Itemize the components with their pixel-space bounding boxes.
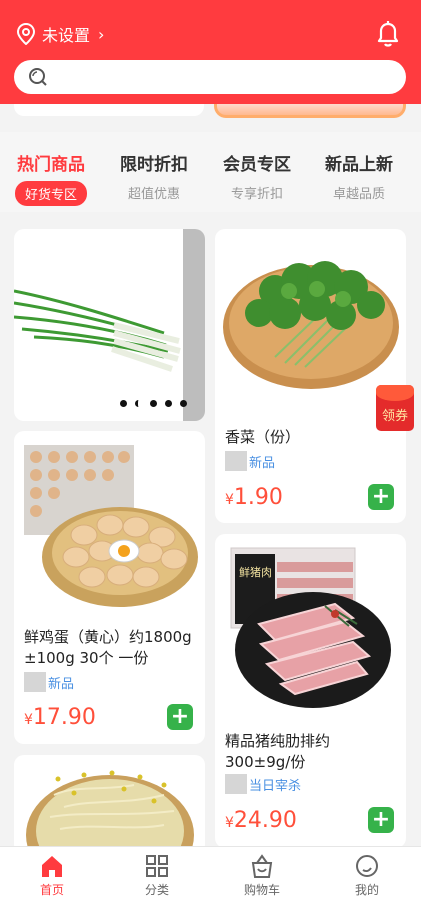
tab-subtitle: 好货专区 — [14, 181, 87, 206]
location-pin-icon — [16, 23, 36, 45]
grid-icon — [146, 855, 168, 877]
carousel-dots — [120, 400, 187, 407]
tab-title: 新品上新 — [325, 155, 393, 175]
carousel-dot[interactable] — [135, 400, 142, 407]
carousel-banner[interactable] — [14, 229, 205, 421]
currency-symbol: ¥ — [225, 815, 234, 831]
nav-profile[interactable]: 我的 — [327, 853, 407, 898]
eggs-image — [24, 445, 198, 607]
coupon-button[interactable]: 领券 — [376, 385, 414, 431]
carousel-dot[interactable] — [120, 400, 127, 407]
tag-icon — [225, 774, 247, 794]
add-to-cart-button[interactable]: + — [368, 484, 394, 510]
nav-label: 分类 — [144, 883, 169, 897]
header: 未设置 › — [0, 0, 421, 104]
tab-title: 热门商品 — [17, 155, 85, 175]
scallion-image — [14, 229, 205, 421]
banner-right[interactable] — [214, 104, 406, 118]
product-name: 香菜（份） — [225, 428, 301, 446]
category-tabs: 热门商品 好货专区 限时折扣 超值优惠 会员专区 专享折扣 新品上新 卓越品质 — [0, 132, 421, 212]
tag-icon — [225, 451, 247, 471]
nav-cart[interactable]: 购物车 — [222, 853, 302, 898]
carousel-dot[interactable] — [165, 400, 172, 407]
tab-title: 会员专区 — [223, 155, 291, 175]
price-value: 1.90 — [233, 485, 283, 510]
nav-label: 购物车 — [243, 883, 280, 897]
pork-label: 鲜猪肉 — [239, 565, 272, 579]
coriander-image — [223, 261, 399, 389]
price-value: 17.90 — [32, 705, 96, 730]
nav-home[interactable]: 首页 — [12, 853, 92, 898]
product-tag: 当日宰杀 — [225, 774, 301, 794]
banner-strip — [14, 104, 406, 120]
product-tag: 新品 — [225, 451, 275, 471]
carousel-dot[interactable] — [180, 400, 187, 407]
shopping-basket-icon — [251, 854, 273, 878]
tab-subtitle: 专享折扣 — [230, 187, 283, 202]
tab-hot[interactable]: 热门商品 好货专区 — [3, 150, 99, 206]
location-label: 未设置 — [42, 26, 91, 45]
chevron-right-icon: › — [98, 24, 105, 44]
search-bar[interactable] — [14, 60, 406, 94]
tab-member[interactable]: 会员专区 专享折扣 — [209, 150, 305, 202]
banner-left[interactable] — [14, 104, 204, 116]
carousel-dot[interactable] — [150, 400, 157, 407]
coupon-envelope-icon — [376, 385, 414, 401]
product-tag: 新品 — [24, 672, 74, 692]
currency-symbol: ¥ — [24, 712, 33, 728]
currency-symbol: ¥ — [225, 492, 234, 508]
product-price: ¥17.90 — [24, 705, 96, 730]
location-selector[interactable]: 未设置 › — [16, 22, 104, 46]
search-icon — [29, 68, 47, 86]
product-price: ¥24.90 — [225, 808, 297, 833]
tab-new[interactable]: 新品上新 卓越品质 — [311, 150, 407, 202]
nav-label: 首页 — [39, 883, 64, 897]
tab-title: 限时折扣 — [120, 155, 188, 175]
bell-icon[interactable] — [375, 20, 401, 48]
pork-ribs-image: 鲜猪肉 — [230, 547, 391, 708]
coupon-label: 领券 — [381, 409, 408, 424]
profile-icon — [356, 855, 378, 877]
tag-label: 新品 — [249, 455, 276, 471]
price-value: 24.90 — [233, 808, 297, 833]
bottom-navigation: 首页 分类 购物车 我的 — [0, 846, 421, 898]
tab-subtitle: 超值优惠 — [127, 187, 180, 202]
product-card-sprouts[interactable] — [14, 755, 205, 855]
tag-label: 新品 — [48, 676, 75, 692]
product-card-coriander[interactable]: 香菜（份） 新品 ¥1.90 + — [215, 229, 406, 523]
tab-subtitle: 卓越品质 — [332, 187, 385, 202]
product-price: ¥1.90 — [225, 485, 283, 510]
tab-discount[interactable]: 限时折扣 超值优惠 — [106, 150, 202, 202]
nav-label: 我的 — [354, 883, 379, 897]
product-card-pork-ribs[interactable]: 鲜猪肉 精品猪纯肋排约300±9g/份 当日宰杀 ¥24.90 + — [215, 534, 406, 848]
nav-category[interactable]: 分类 — [117, 853, 197, 898]
tag-label: 当日宰杀 — [249, 778, 302, 794]
tag-icon — [24, 672, 46, 692]
product-name: 鲜鸡蛋（黄心）约1800g ±100g 30个 一份 — [24, 628, 192, 667]
add-to-cart-button[interactable]: + — [368, 807, 394, 833]
product-name: 精品猪纯肋排约300±9g/份 — [225, 732, 331, 771]
product-card-eggs[interactable]: 鲜鸡蛋（黄心）约1800g ±100g 30个 一份 新品 ¥17.90 + — [14, 431, 205, 744]
home-icon — [42, 856, 62, 877]
bean-sprouts-image — [26, 770, 194, 855]
add-to-cart-button[interactable]: + — [167, 704, 193, 730]
